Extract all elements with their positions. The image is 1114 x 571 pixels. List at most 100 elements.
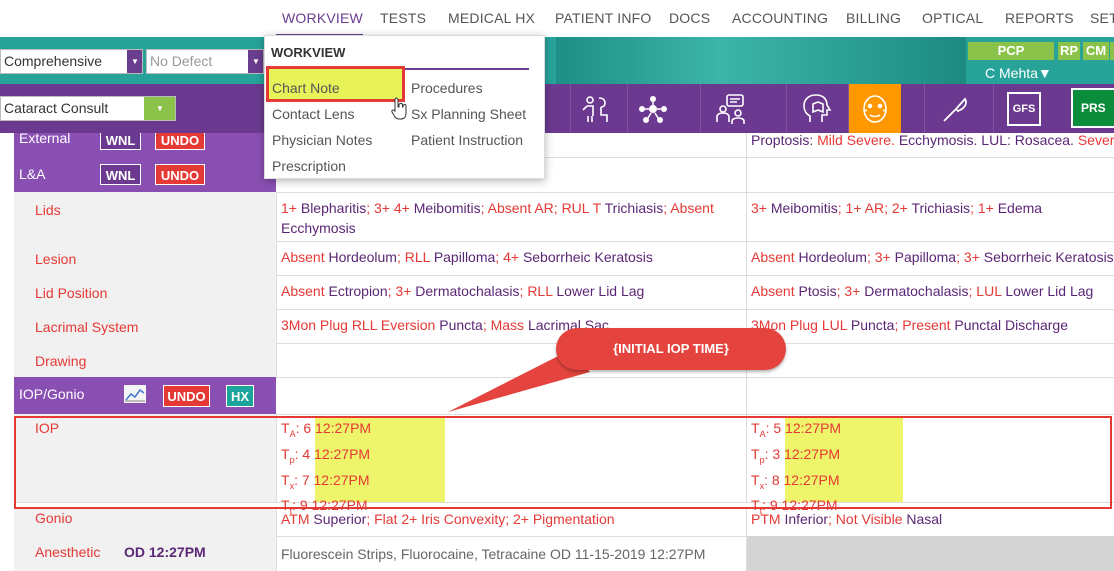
menu-item-sx-planning-sheet[interactable]: Sx Planning Sheet	[411, 106, 526, 122]
lid-position-os-value-6: Lower Lid Lag	[1005, 283, 1094, 299]
lids-od-value-1: 1+	[281, 200, 301, 216]
menu-item-contact-lens[interactable]: Contact Lens	[272, 106, 355, 122]
lesion-od-value[interactable]: Absent Hordeolum; RLL Papilloma; 4+ Sebo…	[281, 247, 741, 267]
lids-os-value-6: Edema	[997, 200, 1043, 216]
patient-exam-icon[interactable]	[570, 84, 620, 133]
nav-reports[interactable]: REPORTS	[1005, 10, 1074, 26]
lid-position-od-value-6: Lower Lid Lag	[556, 283, 645, 299]
patient-header-bar: Comprehensive ▼ No Defect ▼ PCP RP CM	[0, 37, 1114, 84]
lesion-od-value-3: ; RLL	[396, 249, 434, 265]
external-os-value-5: Severe.	[1077, 133, 1114, 148]
top-navigation: WORKVIEW TESTS MEDICAL HX PATIENT INFO D…	[0, 0, 1114, 37]
pcp-badge[interactable]: PCP	[968, 42, 1054, 60]
lids-os-value[interactable]: 3+ Meibomitis; 1+ AR; 2+ Trichiasis; 1+ …	[751, 198, 1114, 218]
undo-button[interactable]: UNDO	[155, 164, 205, 185]
lids-os-value-3: ; 1+ AR; 2+	[837, 200, 912, 216]
tools-bar: Cataract Consult ▼ GFS PRS	[0, 84, 1114, 133]
nav-accounting[interactable]: ACCOUNTING	[732, 10, 828, 26]
undo-button[interactable]: UNDO	[163, 385, 210, 407]
row-label[interactable]: Gonio	[35, 510, 72, 526]
menu-item-procedures[interactable]: Procedures	[411, 80, 483, 96]
lids-row: Lids 1+ Blepharitis; 3+ 4+ Meibomitis; A…	[14, 192, 1114, 242]
exam-type-select[interactable]: Comprehensive ▼	[0, 49, 143, 74]
lid-position-row: Lid Position Absent Ectropion; 3+ Dermat…	[14, 275, 1114, 310]
cm-badge[interactable]: CM	[1083, 42, 1109, 60]
row-label[interactable]: Lids	[35, 202, 61, 218]
scalpel-icon[interactable]	[924, 84, 985, 133]
lids-od-value[interactable]: 1+ Blepharitis; 3+ 4+ Meibomitis; Absent…	[281, 198, 741, 238]
menu-item-chart-note[interactable]: Chart Note	[272, 80, 340, 96]
section-title: External	[19, 133, 71, 146]
gonio-os-value[interactable]: PTM Inferior; Not Visible Nasal	[751, 509, 1114, 529]
graph-icon[interactable]	[124, 385, 146, 403]
lids-od-value-4: Meibomitis	[413, 200, 481, 216]
lesion-od-value-4: Papilloma	[433, 249, 496, 265]
wnl-button[interactable]: WNL	[100, 133, 141, 150]
lids-od-value-6: Trichiasis	[604, 200, 664, 216]
menu-item-prescription[interactable]: Prescription	[272, 158, 346, 174]
nav-docs[interactable]: DOCS	[669, 10, 710, 26]
la-section-row: L&A WNL UNDO	[14, 157, 1114, 193]
nav-patient-info[interactable]: PATIENT INFO	[555, 10, 652, 26]
row-label-cell: Lacrimal System	[14, 309, 277, 343]
lesion-od-value-2: Hordeolum	[328, 249, 397, 265]
lacrimal-os-value-2: Puncta	[850, 317, 895, 333]
external-os-value: Proptosis: Mild Severe. Ecchymosis. LUL:…	[751, 133, 1114, 150]
anesthetic-od-value[interactable]: Fluorescein Strips, Fluorocaine, Tetraca…	[281, 544, 741, 564]
gonio-os-value-3: ; Not Visible	[828, 511, 907, 527]
nav-tests[interactable]: TESTS	[380, 10, 426, 26]
workview-dropdown-menu: WORKVIEW Chart Note Contact Lens Physici…	[264, 35, 545, 179]
external-os-value-2: Mild Severe.	[817, 133, 899, 148]
lid-position-od-value-2: Ectropion	[328, 283, 388, 299]
row-label[interactable]: Lacrimal System	[35, 319, 138, 335]
wnl-button[interactable]: WNL	[100, 164, 141, 185]
row-label-cell: Drawing	[14, 343, 277, 377]
provider-selector[interactable]: C Mehta▼	[985, 65, 1052, 81]
hx-button[interactable]: HX	[226, 385, 254, 407]
row-label[interactable]: Anesthetic	[35, 544, 100, 560]
face-icon[interactable]	[848, 84, 901, 133]
network-icon[interactable]	[627, 84, 677, 133]
chevron-down-icon[interactable]: ▼	[144, 97, 175, 120]
column-divider	[746, 157, 747, 192]
gonio-od-value-1: ATM	[281, 511, 314, 527]
gfs-label: GFS	[1007, 91, 1041, 126]
lesion-os-value[interactable]: Absent Hordeolum; 3+ Papilloma; 3+ Sebor…	[751, 247, 1114, 267]
gfs-button[interactable]: GFS	[993, 84, 1054, 133]
lacrimal-os-value[interactable]: 3Mon Plug LUL Puncta; Present Punctal Di…	[751, 315, 1114, 335]
lid-position-od-value-3: ; 3+	[387, 283, 416, 299]
head-book-icon[interactable]	[786, 84, 847, 133]
chevron-down-icon[interactable]: ▼	[127, 50, 142, 73]
lacrimal-od-value-1: 3Mon Plug RLL Eversion	[281, 317, 440, 333]
nav-billing[interactable]: BILLING	[846, 10, 901, 26]
defect-placeholder: No Defect	[150, 53, 213, 69]
gonio-od-value[interactable]: ATM Superior; Flat 2+ Iris Convexity; 2+…	[281, 509, 741, 529]
menu-item-physician-notes[interactable]: Physician Notes	[272, 132, 372, 148]
lid-position-od-value[interactable]: Absent Ectropion; 3+ Dermatochalasis; RL…	[281, 281, 741, 301]
column-divider	[746, 275, 747, 309]
lids-od-value-8: Ecchymosis	[281, 220, 356, 236]
prs-button[interactable]: PRS	[1071, 88, 1114, 128]
chevron-down-icon[interactable]: ▼	[248, 50, 263, 73]
defect-select[interactable]: No Defect ▼	[146, 49, 264, 74]
row-label[interactable]: Lid Position	[35, 285, 107, 301]
discussion-icon[interactable]	[700, 84, 761, 133]
hand-cursor-icon	[391, 97, 407, 120]
header-banner-image	[556, 37, 966, 84]
undo-button[interactable]: UNDO	[155, 133, 205, 150]
menu-item-patient-instruction[interactable]: Patient Instruction	[411, 132, 523, 148]
row-label-cell: Lid Position	[14, 275, 277, 309]
lid-position-os-value[interactable]: Absent Ptosis; 3+ Dermatochalasis; LUL L…	[751, 281, 1114, 301]
gonio-od-value-2: Superior	[313, 511, 367, 527]
row-label[interactable]: Lesion	[35, 251, 76, 267]
column-divider	[746, 192, 747, 241]
nav-settings[interactable]: SET	[1090, 10, 1114, 26]
nav-medical-hx[interactable]: MEDICAL HX	[448, 10, 535, 26]
row-label-cell: Lesion	[14, 241, 277, 275]
lesion-od-value-6: Seborrheic Keratosis	[522, 249, 653, 265]
row-label[interactable]: Drawing	[35, 353, 86, 369]
nav-workview[interactable]: WORKVIEW	[282, 10, 363, 26]
rp-badge[interactable]: RP	[1058, 42, 1080, 60]
visit-type-select[interactable]: Cataract Consult ▼	[0, 96, 176, 121]
nav-optical[interactable]: OPTICAL	[922, 10, 983, 26]
